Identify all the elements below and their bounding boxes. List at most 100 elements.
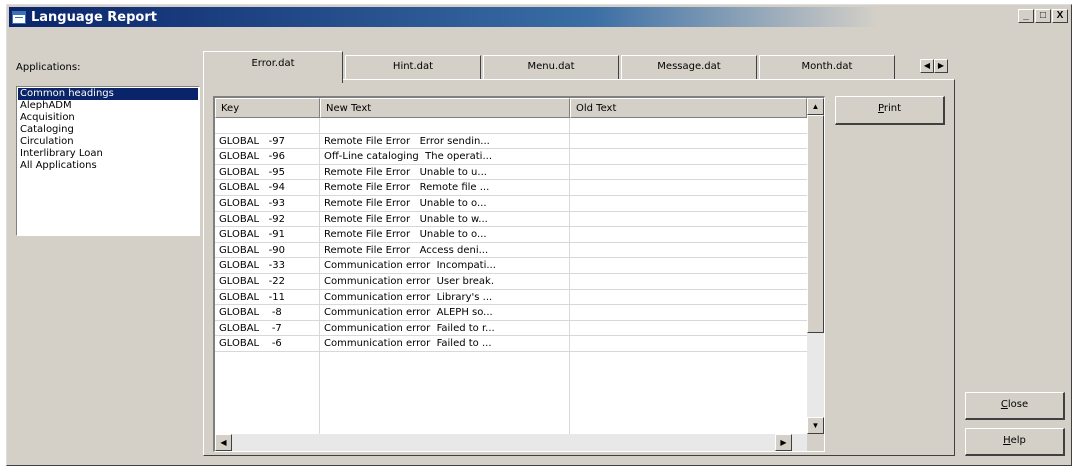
- scroll-up-icon[interactable]: ▲: [807, 98, 824, 115]
- table-row[interactable]: GLOBAL -8 Communication error ALEPH so...: [215, 305, 807, 321]
- key-cell[interactable]: [219, 118, 315, 133]
- table-row[interactable]: GLOBAL -7 Communication error Failed to r…: [215, 321, 807, 337]
- key-cell[interactable]: GLOBAL -8: [219, 305, 315, 320]
- old-text-cell[interactable]: [573, 290, 773, 305]
- tab-hint-dat[interactable]: Hint.dat: [345, 55, 481, 79]
- application-item-common-headings[interactable]: Common headings: [18, 88, 198, 100]
- column-header-key[interactable]: Key: [215, 98, 320, 118]
- error-data-grid[interactable]: Key New Text Old Text GLOBAL -97 Remote F…: [213, 96, 825, 452]
- table-row[interactable]: GLOBAL -94 Remote File Error Remote file …: [215, 180, 807, 196]
- key-cell[interactable]: GLOBAL -6: [219, 336, 315, 351]
- grid-header: Key New Text Old Text: [215, 98, 824, 118]
- print-button[interactable]: Print: [835, 96, 945, 125]
- tab-month-dat[interactable]: Month.dat: [759, 55, 895, 79]
- scroll-left-icon[interactable]: ◀: [215, 434, 232, 451]
- old-text-cell[interactable]: [573, 321, 773, 336]
- key-cell[interactable]: GLOBAL -94: [219, 180, 315, 195]
- table-row[interactable]: GLOBAL -97 Remote File Error Error sendin…: [215, 134, 807, 150]
- scroll-down-icon[interactable]: ▼: [807, 417, 824, 434]
- old-text-cell[interactable]: [573, 134, 773, 149]
- key-cell[interactable]: GLOBAL -93: [219, 196, 315, 211]
- column-header-old-text[interactable]: Old Text: [570, 98, 807, 118]
- tab-scroll-left-icon[interactable]: ◀: [920, 59, 934, 73]
- table-row[interactable]: GLOBAL -96 Off-Line cataloging The operat…: [215, 149, 807, 165]
- new-text-cell[interactable]: Remote File Error Unable to o...: [324, 227, 569, 242]
- old-text-cell[interactable]: [573, 258, 773, 273]
- applications-list[interactable]: Common headings AlephADM Acquisition Cat…: [16, 86, 200, 236]
- new-text-cell[interactable]: Remote File Error Remote file ...: [324, 180, 569, 195]
- table-row[interactable]: GLOBAL -93 Remote File Error Unable to o.…: [215, 196, 807, 212]
- tab-message-dat[interactable]: Message.dat: [621, 55, 757, 79]
- table-row[interactable]: GLOBAL -22 Communication error User break…: [215, 274, 807, 290]
- grid-rows: GLOBAL -97 Remote File Error Error sendin…: [215, 118, 807, 352]
- new-text-cell[interactable]: Communication error Incompati...: [324, 258, 569, 273]
- application-item-cataloging[interactable]: Cataloging: [18, 124, 198, 136]
- old-text-cell[interactable]: [573, 274, 773, 289]
- new-text-cell[interactable]: Communication error ALEPH so...: [324, 305, 569, 320]
- new-text-cell[interactable]: Remote File Error Unable to w...: [324, 212, 569, 227]
- tab-scroll-right-icon[interactable]: ▶: [934, 59, 948, 73]
- old-text-cell[interactable]: [573, 305, 773, 320]
- new-text-cell[interactable]: Off-Line cataloging The operati...: [324, 149, 569, 164]
- table-row[interactable]: GLOBAL -6 Communication error Failed to .…: [215, 336, 807, 352]
- old-text-cell[interactable]: [573, 118, 773, 133]
- old-text-cell[interactable]: [573, 165, 773, 180]
- new-text-cell[interactable]: Remote File Error Unable to o...: [324, 196, 569, 211]
- help-button[interactable]: Help: [965, 428, 1065, 456]
- table-row[interactable]: GLOBAL -91 Remote File Error Unable to o.…: [215, 227, 807, 243]
- close-button[interactable]: Close: [965, 392, 1065, 420]
- window-controls: _ □ X: [1017, 9, 1068, 23]
- application-item-acquisition[interactable]: Acquisition: [18, 112, 198, 124]
- key-cell[interactable]: GLOBAL -7: [219, 321, 315, 336]
- key-cell[interactable]: GLOBAL -92: [219, 212, 315, 227]
- table-row[interactable]: GLOBAL -92 Remote File Error Unable to w.…: [215, 212, 807, 228]
- new-text-cell[interactable]: Remote File Error Access deni...: [324, 243, 569, 258]
- old-text-cell[interactable]: [573, 180, 773, 195]
- application-item-circulation[interactable]: Circulation: [18, 136, 198, 148]
- new-text-cell[interactable]: Remote File Error Error sendin...: [324, 134, 569, 149]
- key-cell[interactable]: GLOBAL -95: [219, 165, 315, 180]
- vertical-scroll-thumb[interactable]: [807, 115, 824, 333]
- horizontal-scrollbar[interactable]: ◀ ▶: [215, 434, 807, 451]
- old-text-cell[interactable]: [573, 227, 773, 242]
- tab-scroll-arrows: ◀ ▶: [920, 59, 948, 73]
- column-header-new-text[interactable]: New Text: [320, 98, 570, 118]
- scrollbar-corner: [807, 434, 824, 451]
- old-text-cell[interactable]: [573, 196, 773, 211]
- window-title: Language Report: [31, 9, 157, 25]
- key-cell[interactable]: GLOBAL -91: [219, 227, 315, 242]
- app-icon: [12, 10, 26, 24]
- minimize-button[interactable]: _: [1018, 9, 1034, 23]
- application-item-all-applications[interactable]: All Applications: [18, 160, 198, 172]
- scroll-right-icon[interactable]: ▶: [775, 434, 792, 451]
- application-item-alephadm[interactable]: AlephADM: [18, 100, 198, 112]
- table-row[interactable]: GLOBAL -11 Communication error Library's …: [215, 290, 807, 306]
- new-text-cell[interactable]: Communication error Failed to ...: [324, 336, 569, 351]
- maximize-button[interactable]: □: [1035, 9, 1051, 23]
- old-text-cell[interactable]: [573, 149, 773, 164]
- table-row[interactable]: GLOBAL -33 Communication error Incompati.…: [215, 258, 807, 274]
- new-text-cell[interactable]: Communication error Library's ...: [324, 290, 569, 305]
- key-cell[interactable]: GLOBAL -96: [219, 149, 315, 164]
- key-cell[interactable]: GLOBAL -33: [219, 258, 315, 273]
- vertical-scrollbar[interactable]: ▲ ▼: [807, 98, 824, 434]
- tab-error-dat[interactable]: Error.dat: [203, 51, 343, 83]
- new-text-cell[interactable]: Communication error User break.: [324, 274, 569, 289]
- key-cell[interactable]: GLOBAL -90: [219, 243, 315, 258]
- close-window-button[interactable]: X: [1052, 9, 1068, 23]
- tab-menu-dat[interactable]: Menu.dat: [483, 55, 619, 79]
- title-bar[interactable]: Language Report _ □ X: [9, 7, 1069, 27]
- table-row[interactable]: [215, 118, 807, 134]
- table-row[interactable]: GLOBAL -90 Remote File Error Access deni.…: [215, 243, 807, 259]
- old-text-cell[interactable]: [573, 243, 773, 258]
- new-text-cell[interactable]: [324, 118, 569, 133]
- new-text-cell[interactable]: Communication error Failed to r...: [324, 321, 569, 336]
- key-cell[interactable]: GLOBAL -22: [219, 274, 315, 289]
- application-item-interlibrary-loan[interactable]: Interlibrary Loan: [18, 148, 198, 160]
- key-cell[interactable]: GLOBAL -97: [219, 134, 315, 149]
- old-text-cell[interactable]: [573, 212, 773, 227]
- key-cell[interactable]: GLOBAL -11: [219, 290, 315, 305]
- new-text-cell[interactable]: Remote File Error Unable to u...: [324, 165, 569, 180]
- table-row[interactable]: GLOBAL -95 Remote File Error Unable to u.…: [215, 165, 807, 181]
- old-text-cell[interactable]: [573, 336, 773, 351]
